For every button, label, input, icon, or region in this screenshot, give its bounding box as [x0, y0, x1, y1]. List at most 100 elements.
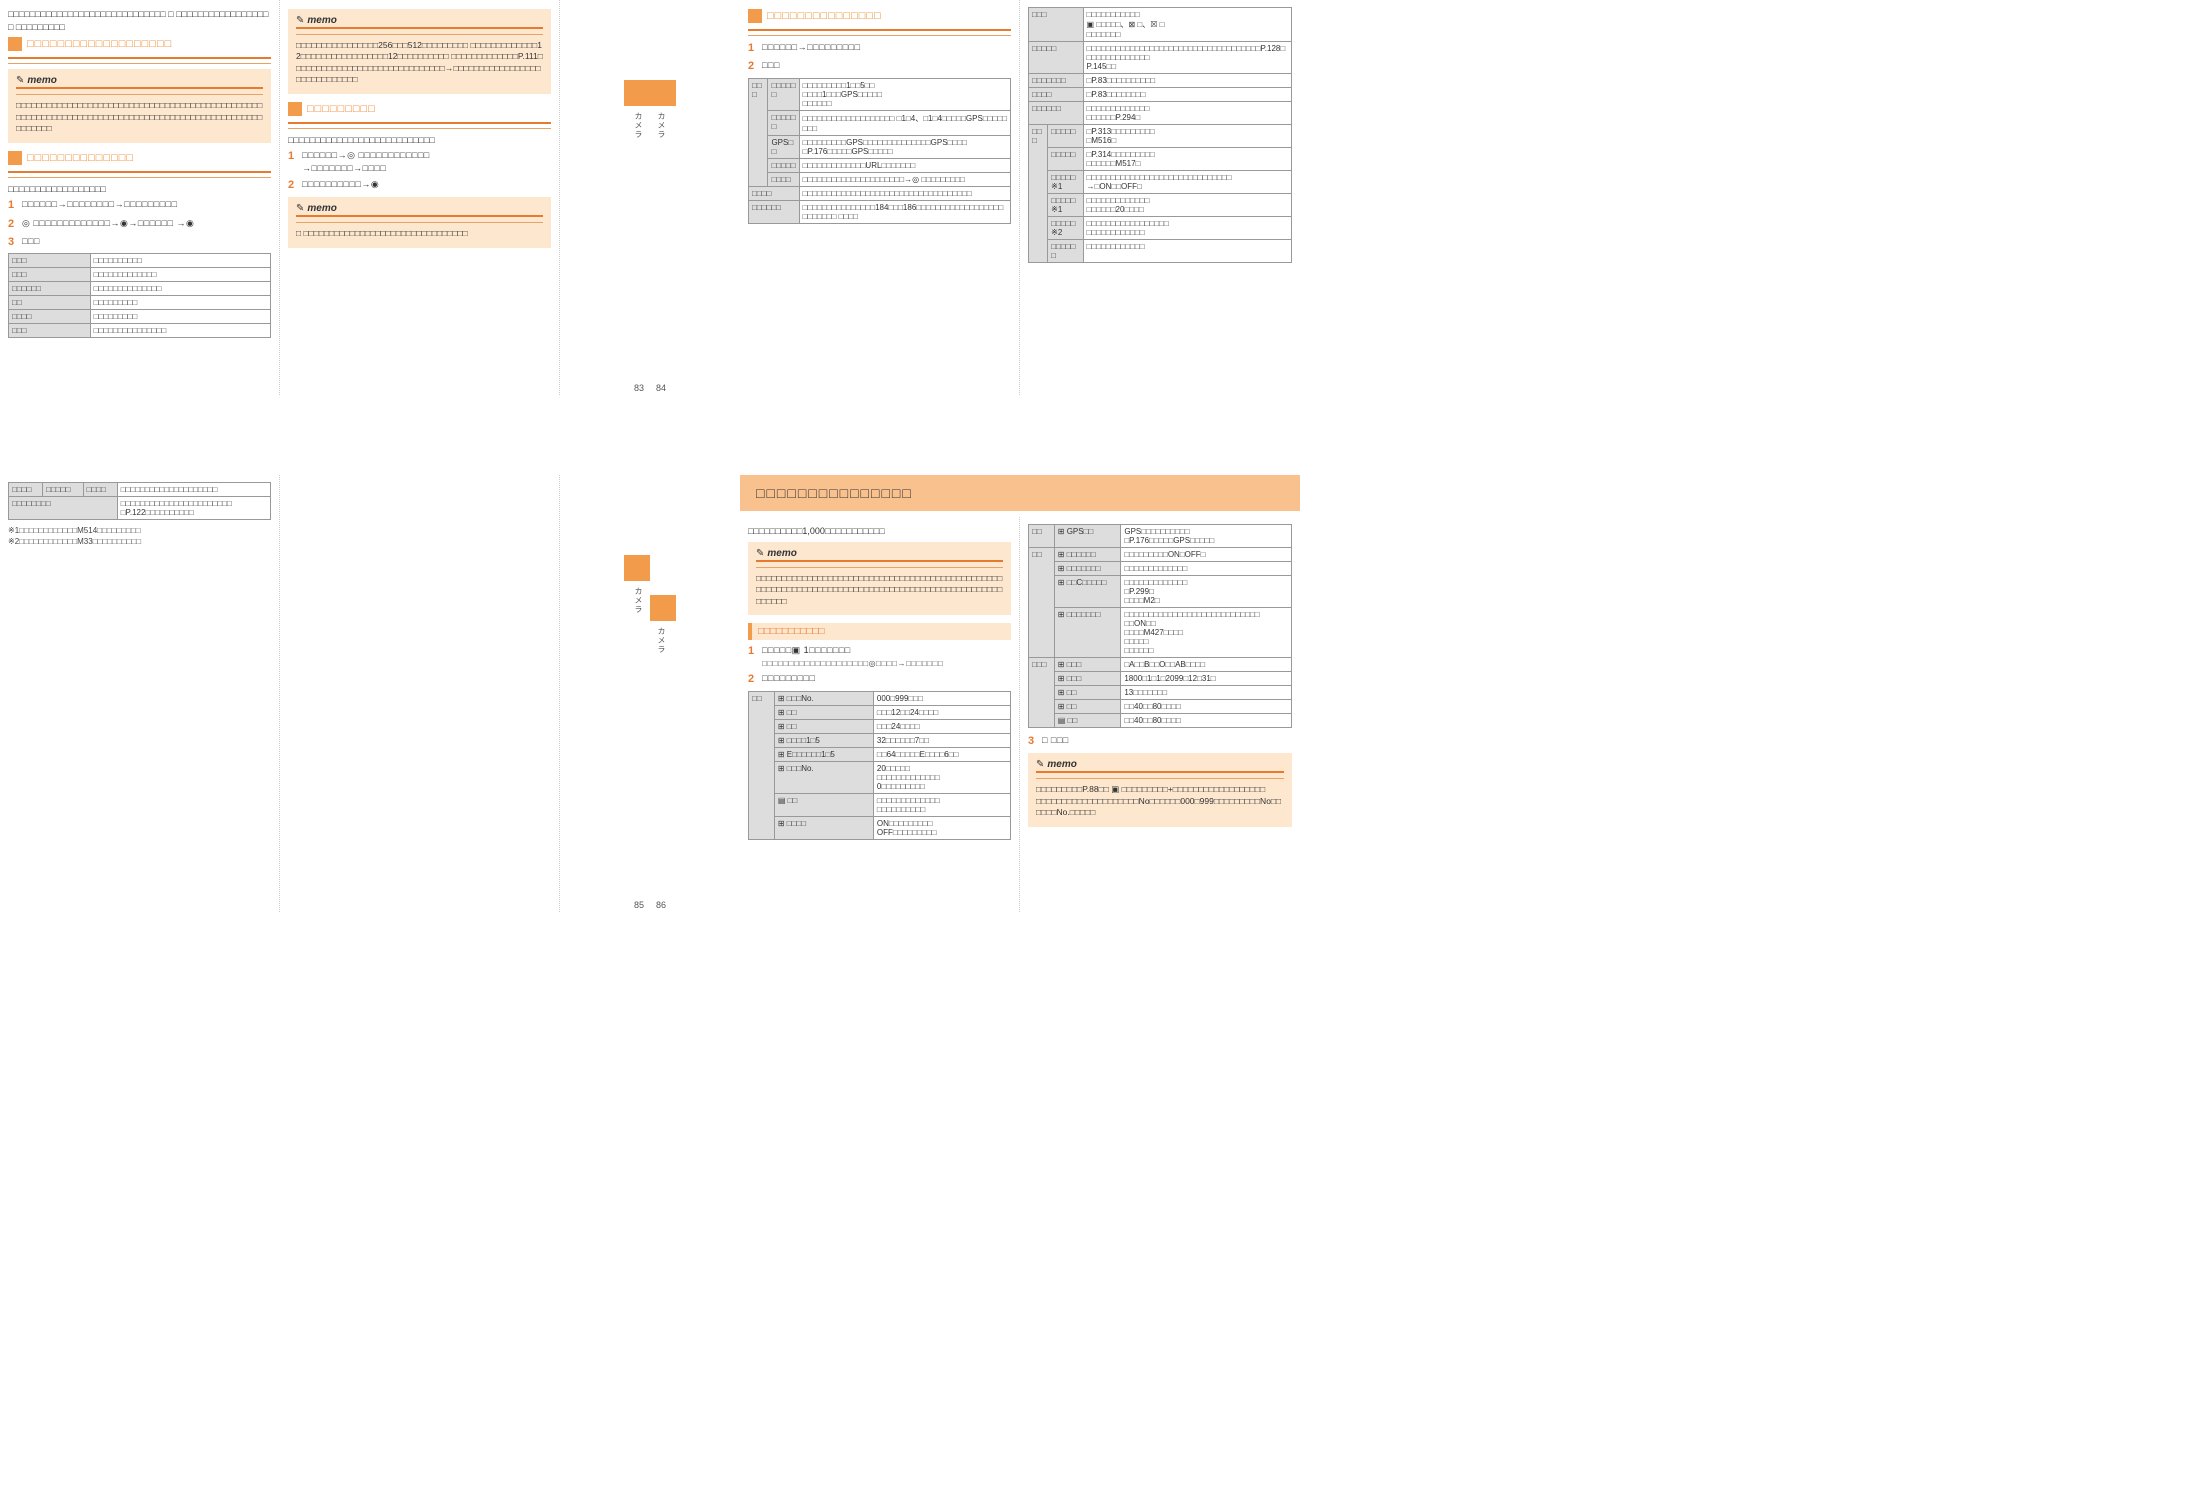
table-cell: □□□□□: [43, 483, 83, 497]
table-cell: ⊞ □□□□□□□: [1054, 608, 1121, 658]
settings-table: □□□□□□□□□□□□□□□□□□□□□□□□□□□□□□□□□□□□□□□□…: [8, 253, 271, 338]
memo-header: ✎ memo: [296, 15, 543, 29]
step: 3 □□□: [8, 235, 271, 250]
gutter-right: カメラ 86: [650, 475, 740, 912]
table-cell: □□□□□□□□□□□□□: [90, 268, 270, 282]
rule: [296, 33, 543, 35]
step: 3 □ □□□: [1028, 734, 1292, 749]
table-row: □□□⊞ □□□□A□□B□□O□□AB□□□□: [1029, 658, 1292, 672]
tab-label: カメラ: [656, 112, 667, 139]
memo-body: □□□□□□□□□P.88□□ ▣ □□□□□□□□□+□□□□□□□□□□□□…: [1036, 784, 1284, 818]
entry-table: □□⊞ □□□No.000□999□□□⊞ □□□□□12□□24□□□□⊞ □…: [748, 691, 1011, 840]
table-cell: ⊞ □□□: [1054, 658, 1121, 672]
table-row: ⊞ □□□1800□1□1□2099□12□31□: [1029, 672, 1292, 686]
table-row: □□□□□□□□□P.313□□□□□□□□□ □M516□: [1029, 125, 1292, 148]
pencil-icon: ✎: [296, 15, 304, 26]
table-row: □□□□□□□□□□□□□□□□□□□ □□□□□□P.294□: [1029, 102, 1292, 125]
page-col-1: □□□□□□□□□□□□□□□□□□□□□□□□□□□□□ □ □□□□□□□□…: [0, 0, 280, 395]
section-square-icon: [288, 102, 302, 116]
memo-body: □□□□□□□□□□□□□□□□□□□□□□□□□□□□□□□□□□□□□□□□…: [16, 100, 263, 134]
table-cell: □□□□□□□□□□□□□□□□□□□□□→◎ □□□□□□□□□: [799, 172, 1010, 186]
table-cell: □□□□□: [768, 158, 799, 172]
step: 1 □□□□□□→□□□□□□□□→□□□□□□□□□: [8, 198, 271, 213]
memo-label: memo: [307, 203, 336, 214]
table-cell: □□: [749, 691, 775, 839]
table-row: ⊞ □□13□□□□□□□: [1029, 686, 1292, 700]
table-cell: 000□999□□□: [873, 691, 1010, 705]
rule: [288, 127, 551, 129]
step-number: 1: [748, 41, 762, 56]
table-cell: □□□□□□□□□□□□□: [1121, 562, 1292, 576]
table-cell: □□□: [9, 254, 91, 268]
table-row: □□□□□※1□□□□□□□□□□□□□ □□□□□□20□□□□: [1029, 194, 1292, 217]
table-row: □□□□□□P.314□□□□□□□□□ □□□□□□M517□: [1029, 148, 1292, 171]
rule: [288, 120, 551, 124]
table-cell: □□□□□: [1029, 42, 1084, 74]
memo-label: memo: [307, 15, 336, 26]
table-cell: □□□□□□□□□□□□□□□□□□□□: [117, 483, 270, 497]
rule: [1036, 777, 1284, 779]
table-row: □□□□□※1□□□□□□□□□□□□□□□□□□□□□□□□□□□□□□ →□…: [1029, 171, 1292, 194]
tab-label: カメラ: [633, 112, 644, 139]
table-cell: □□□□: [9, 310, 91, 324]
section-title: □□□□□□□□□□□□□□□□□□□: [27, 38, 172, 50]
step-number: 1: [288, 149, 302, 174]
table-cell: □□□□□※1: [1048, 194, 1083, 217]
rule: [8, 62, 271, 64]
memo-box: ✎ memo □ □□□□□□□□□□□□□□□□□□□□□□□□□□□□□□□…: [288, 197, 551, 247]
step: 2 □□□□□□□□□: [748, 672, 1011, 687]
page-col-3: □□□□□□□□□□□□□□□ 1 □□□□□□→□□□□□□□□□ 2 □□□…: [740, 0, 1020, 395]
step-number: 1: [748, 644, 762, 669]
step-number: 2: [748, 59, 762, 74]
memo-label: memo: [1047, 759, 1076, 770]
sub-title: □□□□□□□□□□□: [748, 623, 1011, 640]
table-cell: □□□□□□□□□□□□□ □□□□□□P.294□: [1083, 102, 1291, 125]
pencil-icon: ✎: [296, 203, 304, 214]
step-number: 2: [8, 217, 22, 232]
step: 2 □□□□□□□□□□→◉: [288, 178, 551, 193]
table-cell: □□□□□□□: [1029, 74, 1084, 88]
banner-title: □□□□□□□□□□□□□□□: [740, 475, 1300, 511]
table-cell: □□□□□□□□□GPS□□□□□□□□□□□□□□GPS□□□□ □P.176…: [799, 135, 1010, 158]
table-cell: □A□□B□□O□□AB□□□□: [1121, 658, 1292, 672]
memo-header: ✎ memo: [296, 203, 543, 217]
table-cell: 13□□□□□□□: [1121, 686, 1292, 700]
step: 1 □□□□□□→□□□□□□□□□: [748, 41, 1011, 56]
step-number: 2: [288, 178, 302, 193]
rule: [16, 93, 263, 95]
table-row: ⊞ □□□□□□□□□□□□□□□□□□□□□□□□□□□□□□□□□□□ □□…: [1029, 608, 1292, 658]
table-cell: □□□: [1029, 125, 1048, 263]
table-row: □□□□□P.83□□□□□□□□: [1029, 88, 1292, 102]
table-cell: □P.83□□□□□□□□□□: [1083, 74, 1291, 88]
table-cell: □□□□□□□□□1□□5□□ □□□□1□□□GPS□□□□□ □□□□□□: [799, 78, 1010, 110]
table-cell: □□□□□□□□□□□□□ □P.299□ □□□□M2□: [1121, 576, 1292, 608]
page-col-8: □□⊞ GPS□□GPS□□□□□□□□□□ □P.176□□□□□GPS□□□…: [1020, 517, 1300, 912]
feature-table: □□□□□□□□□□□□□□□□□□□□□□□□□□□□□□□□□□□□□□□□…: [8, 482, 271, 520]
table-row: □□□□□□□□□□□□□□□□□□□□□□□□□ □1□4、□1□4□□□□□…: [749, 110, 1011, 135]
page-number: 84: [656, 383, 666, 393]
table-row: ▤ □□□□□□□□□□□□□□□ □□□□□□□□□□: [749, 793, 1011, 816]
memo-body: □ □□□□□□□□□□□□□□□□□□□□□□□□□□□□□□□□: [296, 228, 543, 239]
table-cell: □□□□□※2: [1048, 217, 1083, 240]
table-cell: 20□□□□□ □□□□□□□□□□□□□ 0□□□□□□□□□: [873, 761, 1010, 793]
table-row: □□□□□□□□□□□□□□□□□□: [9, 324, 271, 338]
table-cell: ⊞ E□□□□□□1□5: [774, 747, 873, 761]
table-cell: □□□□□□□□□□□□□ □□□□□□20□□□□: [1083, 194, 1291, 217]
pencil-icon: ✎: [756, 548, 764, 559]
table-cell: □□□□□□□□□□: [90, 254, 270, 268]
page-col-6: [280, 475, 560, 912]
table-cell: □□40□□80□□□□: [1121, 700, 1292, 714]
table-cell: □□□: [9, 268, 91, 282]
section-bar: □□□□□□□□□□□□□□: [8, 151, 271, 165]
table-cell: □□□□□□□□□ON□OFF□: [1121, 548, 1292, 562]
table-cell: □□□□□□□□□□□□□URL□□□□□□□: [799, 158, 1010, 172]
step-main: □□□□□▣ 1□□□□□□□: [762, 645, 851, 655]
step: 1 □□□□□▣ 1□□□□□□□ □□□□□□□□□□□□□□□□□□□□◎□…: [748, 644, 1011, 669]
table-cell: □□□□□□□□□□□□□□□□□□□□□□□□□□□□ □□ON□□ □□□□…: [1121, 608, 1292, 658]
table-cell: □□□□□□□□□□□□□□□□□□□□□□□□□□□□□□□□□□□□P.12…: [1083, 42, 1291, 74]
table-row: □□□□□□□□□□□□□□□□□□□□: [9, 282, 271, 296]
tab-label: カメラ: [633, 587, 644, 614]
rule: [756, 566, 1003, 568]
step-number: 1: [8, 198, 22, 213]
table-cell: □P.83□□□□□□□□: [1083, 88, 1291, 102]
